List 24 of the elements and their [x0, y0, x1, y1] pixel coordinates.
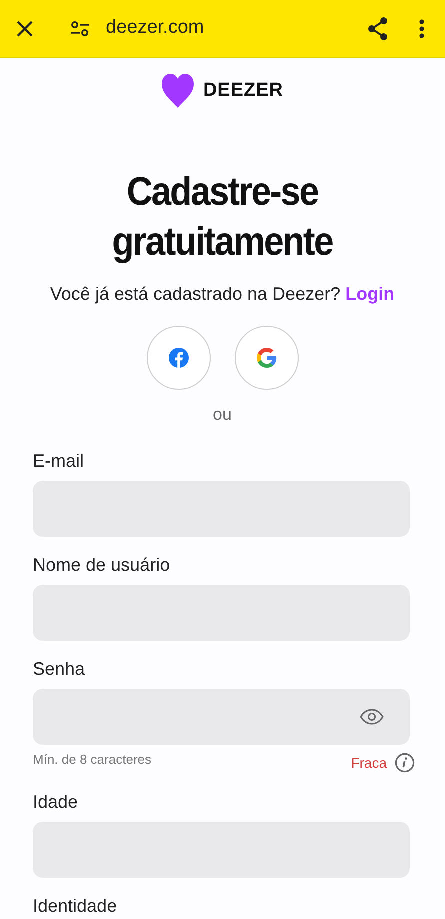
share-button[interactable] — [367, 16, 389, 40]
field-label: Nome de usuário — [33, 554, 172, 576]
field-label: Senha — [33, 658, 86, 680]
strength-text: Fraca — [351, 754, 387, 772]
field-label: Idade — [33, 790, 80, 812]
heading: gratuitamente — [111, 219, 334, 266]
login-link[interactable]: Login — [346, 284, 395, 304]
google-icon — [256, 348, 276, 368]
info-icon[interactable] — [395, 753, 415, 773]
url-text[interactable]: deezer.com — [106, 14, 204, 43]
site-settings-button[interactable] — [70, 20, 90, 36]
menu-button[interactable] — [419, 18, 425, 38]
eye-icon[interactable] — [360, 708, 384, 724]
field-label: Identidade — [33, 894, 118, 916]
logo-text: DEEZER — [203, 78, 284, 103]
hint-text: Mín. de 8 caracteres — [33, 750, 152, 768]
separator-text: ou — [212, 404, 233, 426]
heart-logo-icon — [161, 73, 196, 109]
field-label: E-mail — [33, 450, 86, 472]
heading: Cadastre-se — [126, 169, 320, 216]
close-button[interactable] — [16, 20, 34, 38]
password-field[interactable] — [33, 688, 410, 744]
facebook-icon — [168, 348, 188, 368]
login-prompt: Você já está cadastrado na Deezer? Login — [49, 283, 396, 306]
